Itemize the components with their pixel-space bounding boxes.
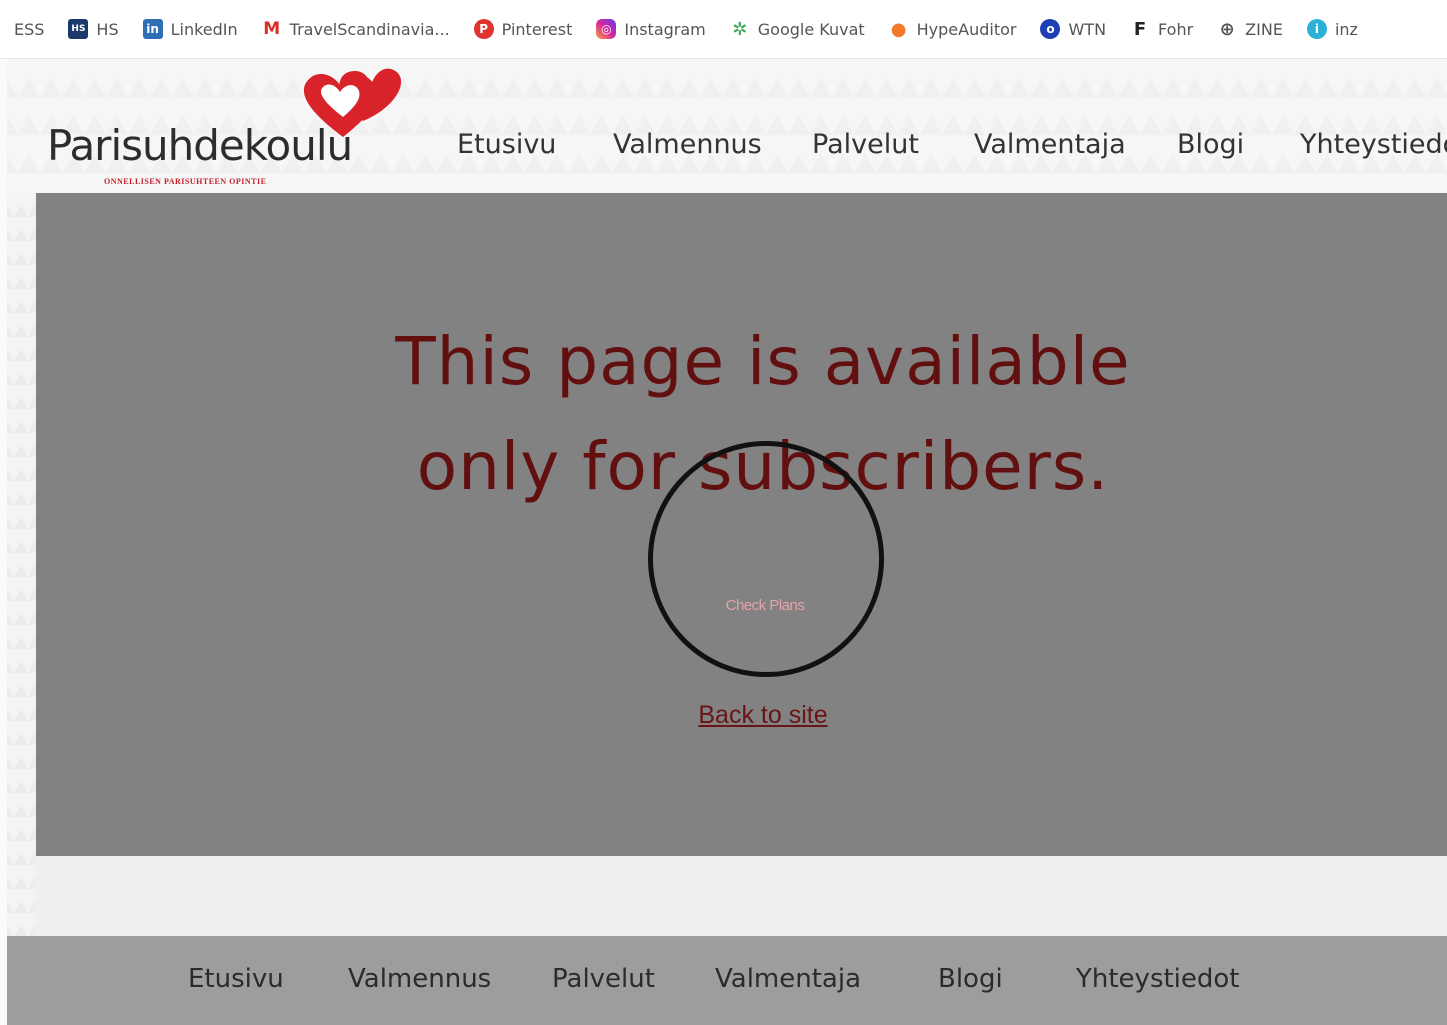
hs-icon: HS: [68, 19, 89, 39]
bookmark-label: WTN: [1068, 19, 1107, 39]
bookmark-pinterest[interactable]: P Pinterest: [473, 19, 573, 39]
bookmark-inz[interactable]: i inz: [1306, 19, 1358, 39]
inz-icon: i: [1306, 19, 1327, 39]
footer-nav-etusivu[interactable]: Etusivu: [188, 964, 284, 994]
bookmark-google-kuvat[interactable]: ✲ Google Kuvat: [729, 19, 865, 40]
back-to-site-link[interactable]: Back to site: [656, 701, 870, 730]
bookmark-fohr[interactable]: F Fohr: [1130, 19, 1194, 40]
instagram-icon: ◎: [596, 19, 617, 39]
paywall-message-line1: This page is available: [395, 323, 1131, 400]
wtn-icon: o: [1040, 19, 1061, 39]
nav-palvelut[interactable]: Palvelut: [812, 129, 919, 160]
bookmark-linkedin[interactable]: in LinkedIn: [142, 19, 238, 39]
main-nav: Etusivu Valmennus Palvelut Valmentaja Bl…: [7, 129, 1447, 169]
nav-etusivu[interactable]: Etusivu: [457, 129, 556, 160]
bookmark-label: Instagram: [624, 19, 706, 39]
bookmark-travelscandinavia[interactable]: M TravelScandinavia...: [261, 19, 450, 39]
bookmark-label: inz: [1334, 19, 1358, 39]
footer-nav: Etusivu Valmennus Palvelut Valmentaja Bl…: [7, 936, 1447, 1025]
nav-yhteystiedot[interactable]: Yhteystiedot: [1300, 129, 1447, 160]
check-plans-button[interactable]: Check Plans: [670, 597, 860, 614]
footer-nav-palvelut[interactable]: Palvelut: [552, 964, 655, 994]
bookmarks-bar: ESS HS HS in LinkedIn M TravelScandinavi…: [0, 0, 1447, 59]
footer-nav-valmentaja[interactable]: Valmentaja: [715, 964, 861, 994]
site-header: Parisuhdekoulu ONNELLISEN PARISUHTEEN OP…: [7, 59, 1447, 193]
pinterest-icon: P: [473, 19, 494, 39]
bookmark-instagram[interactable]: ◎ Instagram: [596, 19, 706, 39]
bookmark-label: Fohr: [1158, 19, 1194, 39]
bookmark-zine[interactable]: ⊕ ZINE: [1217, 19, 1283, 40]
gmail-icon: M: [261, 19, 282, 39]
linkedin-icon: in: [142, 19, 163, 39]
bookmark-hypeauditor[interactable]: ● HypeAuditor: [888, 19, 1017, 40]
paywall-message-line2: only for subscribers.: [416, 428, 1110, 505]
nav-valmentaja[interactable]: Valmentaja: [974, 129, 1126, 160]
page-left-edge: [0, 59, 7, 1025]
bookmark-ess[interactable]: ESS: [14, 20, 44, 39]
hypeauditor-icon: ●: [888, 19, 909, 40]
side-pattern: [7, 193, 36, 936]
content-spacer: [36, 856, 1447, 936]
bookmark-label: HypeAuditor: [916, 19, 1017, 39]
bookmark-label: ESS: [14, 19, 45, 39]
google-photos-icon: ✲: [729, 19, 750, 40]
globe-icon: ⊕: [1217, 19, 1238, 40]
bookmark-label: Pinterest: [501, 19, 573, 39]
site-tagline: ONNELLISEN PARISUHTEEN OPINTIE: [104, 177, 267, 186]
footer-nav-yhteystiedot[interactable]: Yhteystiedot: [1076, 964, 1240, 994]
nav-valmennus[interactable]: Valmennus: [613, 129, 762, 160]
bookmark-label: ZINE: [1245, 19, 1283, 39]
bookmark-wtn[interactable]: o WTN: [1040, 19, 1106, 39]
bookmark-label: HS: [96, 19, 119, 39]
bookmark-label: Google Kuvat: [757, 19, 865, 39]
footer-nav-blogi[interactable]: Blogi: [938, 964, 1003, 994]
bookmark-hs[interactable]: HS HS: [68, 19, 119, 39]
bookmark-label: TravelScandinavia...: [289, 19, 450, 39]
footer-nav-valmennus[interactable]: Valmennus: [348, 964, 491, 994]
paywall-overlay: This page is available only for subscrib…: [36, 193, 1447, 856]
fohr-icon: F: [1130, 19, 1151, 40]
bookmark-label: LinkedIn: [170, 19, 238, 39]
nav-blogi[interactable]: Blogi: [1177, 129, 1244, 160]
